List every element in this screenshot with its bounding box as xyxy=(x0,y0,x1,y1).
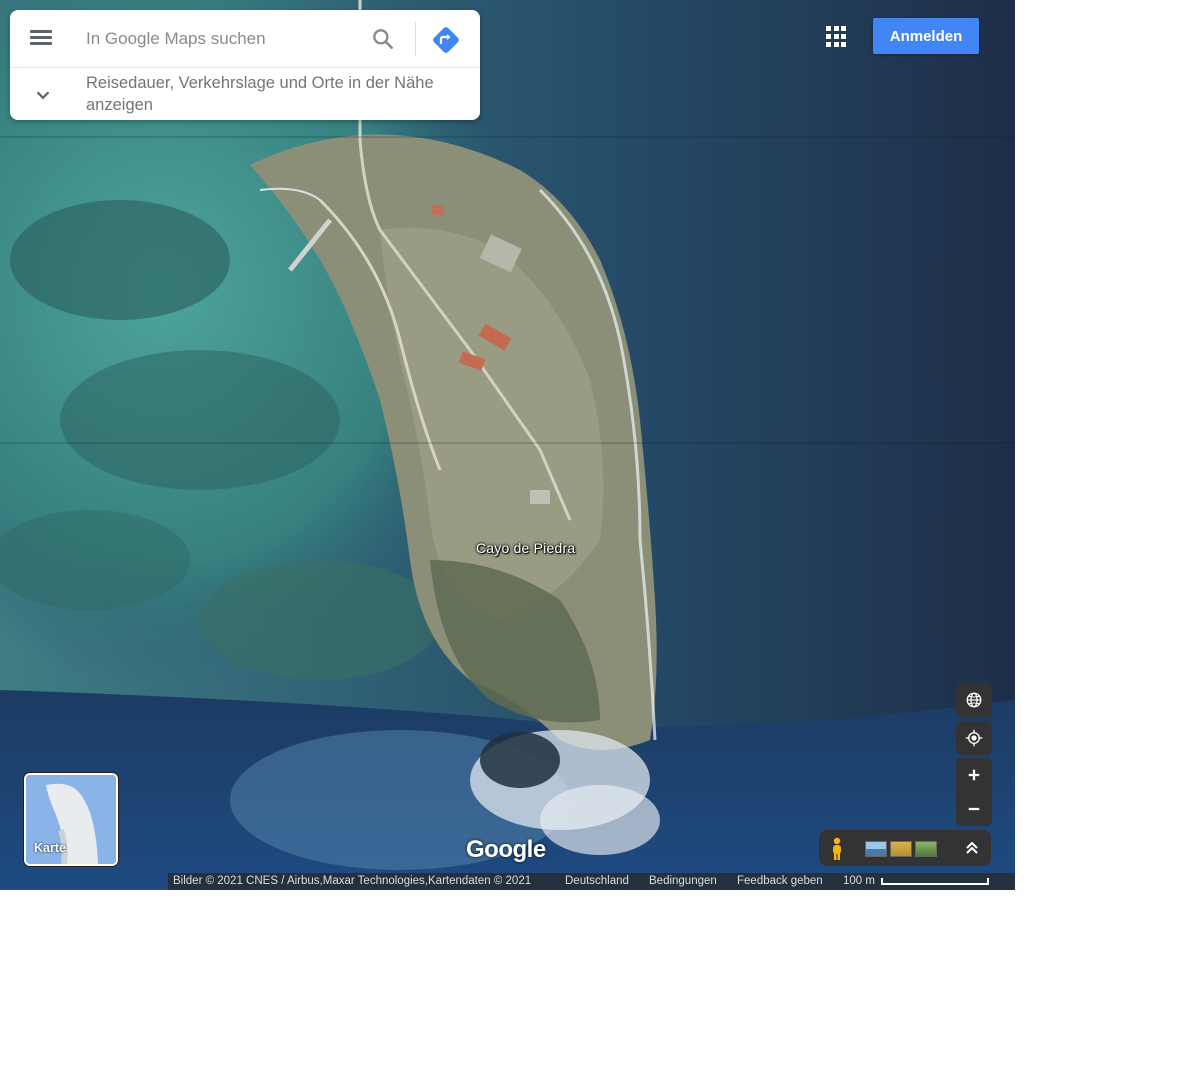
zoom-in-button[interactable] xyxy=(956,758,992,792)
search-icon[interactable] xyxy=(370,26,396,52)
thumbnail-field xyxy=(890,841,912,857)
zoom-out-icon xyxy=(968,807,980,811)
place-label[interactable]: Cayo de Piedra xyxy=(476,540,575,556)
signin-button[interactable]: Anmelden xyxy=(873,18,979,54)
map-footer: Bilder © 2021 CNES / Airbus,Maxar Techno… xyxy=(168,873,1015,890)
layer-switcher-label: Karte xyxy=(34,841,66,855)
zoom-out-button[interactable] xyxy=(956,792,992,826)
thumbnail-sky xyxy=(865,841,887,857)
pegman-icon[interactable] xyxy=(827,837,847,861)
scale-label[interactable]: 100 m xyxy=(843,873,875,890)
globe-icon xyxy=(966,692,982,708)
search-panel: Reisedauer, Verkehrslage und Orte in der… xyxy=(10,10,480,120)
search-bar xyxy=(10,10,480,68)
zoom-control xyxy=(956,758,992,826)
chevron-down-icon xyxy=(36,91,50,100)
country-link[interactable]: Deutschland xyxy=(565,873,629,890)
google-logo: Google xyxy=(466,836,546,863)
zoom-in-icon xyxy=(968,769,980,781)
search-input[interactable] xyxy=(86,24,346,54)
layer-switcher[interactable]: Karte xyxy=(24,773,118,866)
chevron-up-icon xyxy=(966,841,978,854)
imagery-tray xyxy=(819,830,991,866)
nearby-info-text: Reisedauer, Verkehrslage und Orte in der… xyxy=(86,74,434,114)
satellite-imagery xyxy=(0,0,1015,890)
feedback-link[interactable]: Feedback geben xyxy=(737,873,823,890)
my-location-icon xyxy=(965,729,983,747)
nearby-info-toggle[interactable]: Reisedauer, Verkehrslage und Orte in der… xyxy=(10,70,480,120)
terms-link[interactable]: Bedingungen xyxy=(649,873,717,890)
my-location-button[interactable] xyxy=(956,721,992,755)
imagery-thumbnails[interactable] xyxy=(865,841,937,857)
globe-view-button[interactable] xyxy=(956,683,992,717)
scale-bar[interactable] xyxy=(881,878,989,885)
menu-icon[interactable] xyxy=(28,27,54,51)
map-canvas[interactable]: Cayo de Piedra Google xyxy=(0,0,1015,890)
search-divider xyxy=(415,22,416,56)
attribution-text: Bilder © 2021 CNES / Airbus,Maxar Techno… xyxy=(173,875,532,887)
thumbnail-forest xyxy=(915,841,937,857)
directions-icon[interactable] xyxy=(430,24,462,56)
apps-grid-icon[interactable] xyxy=(826,26,848,48)
